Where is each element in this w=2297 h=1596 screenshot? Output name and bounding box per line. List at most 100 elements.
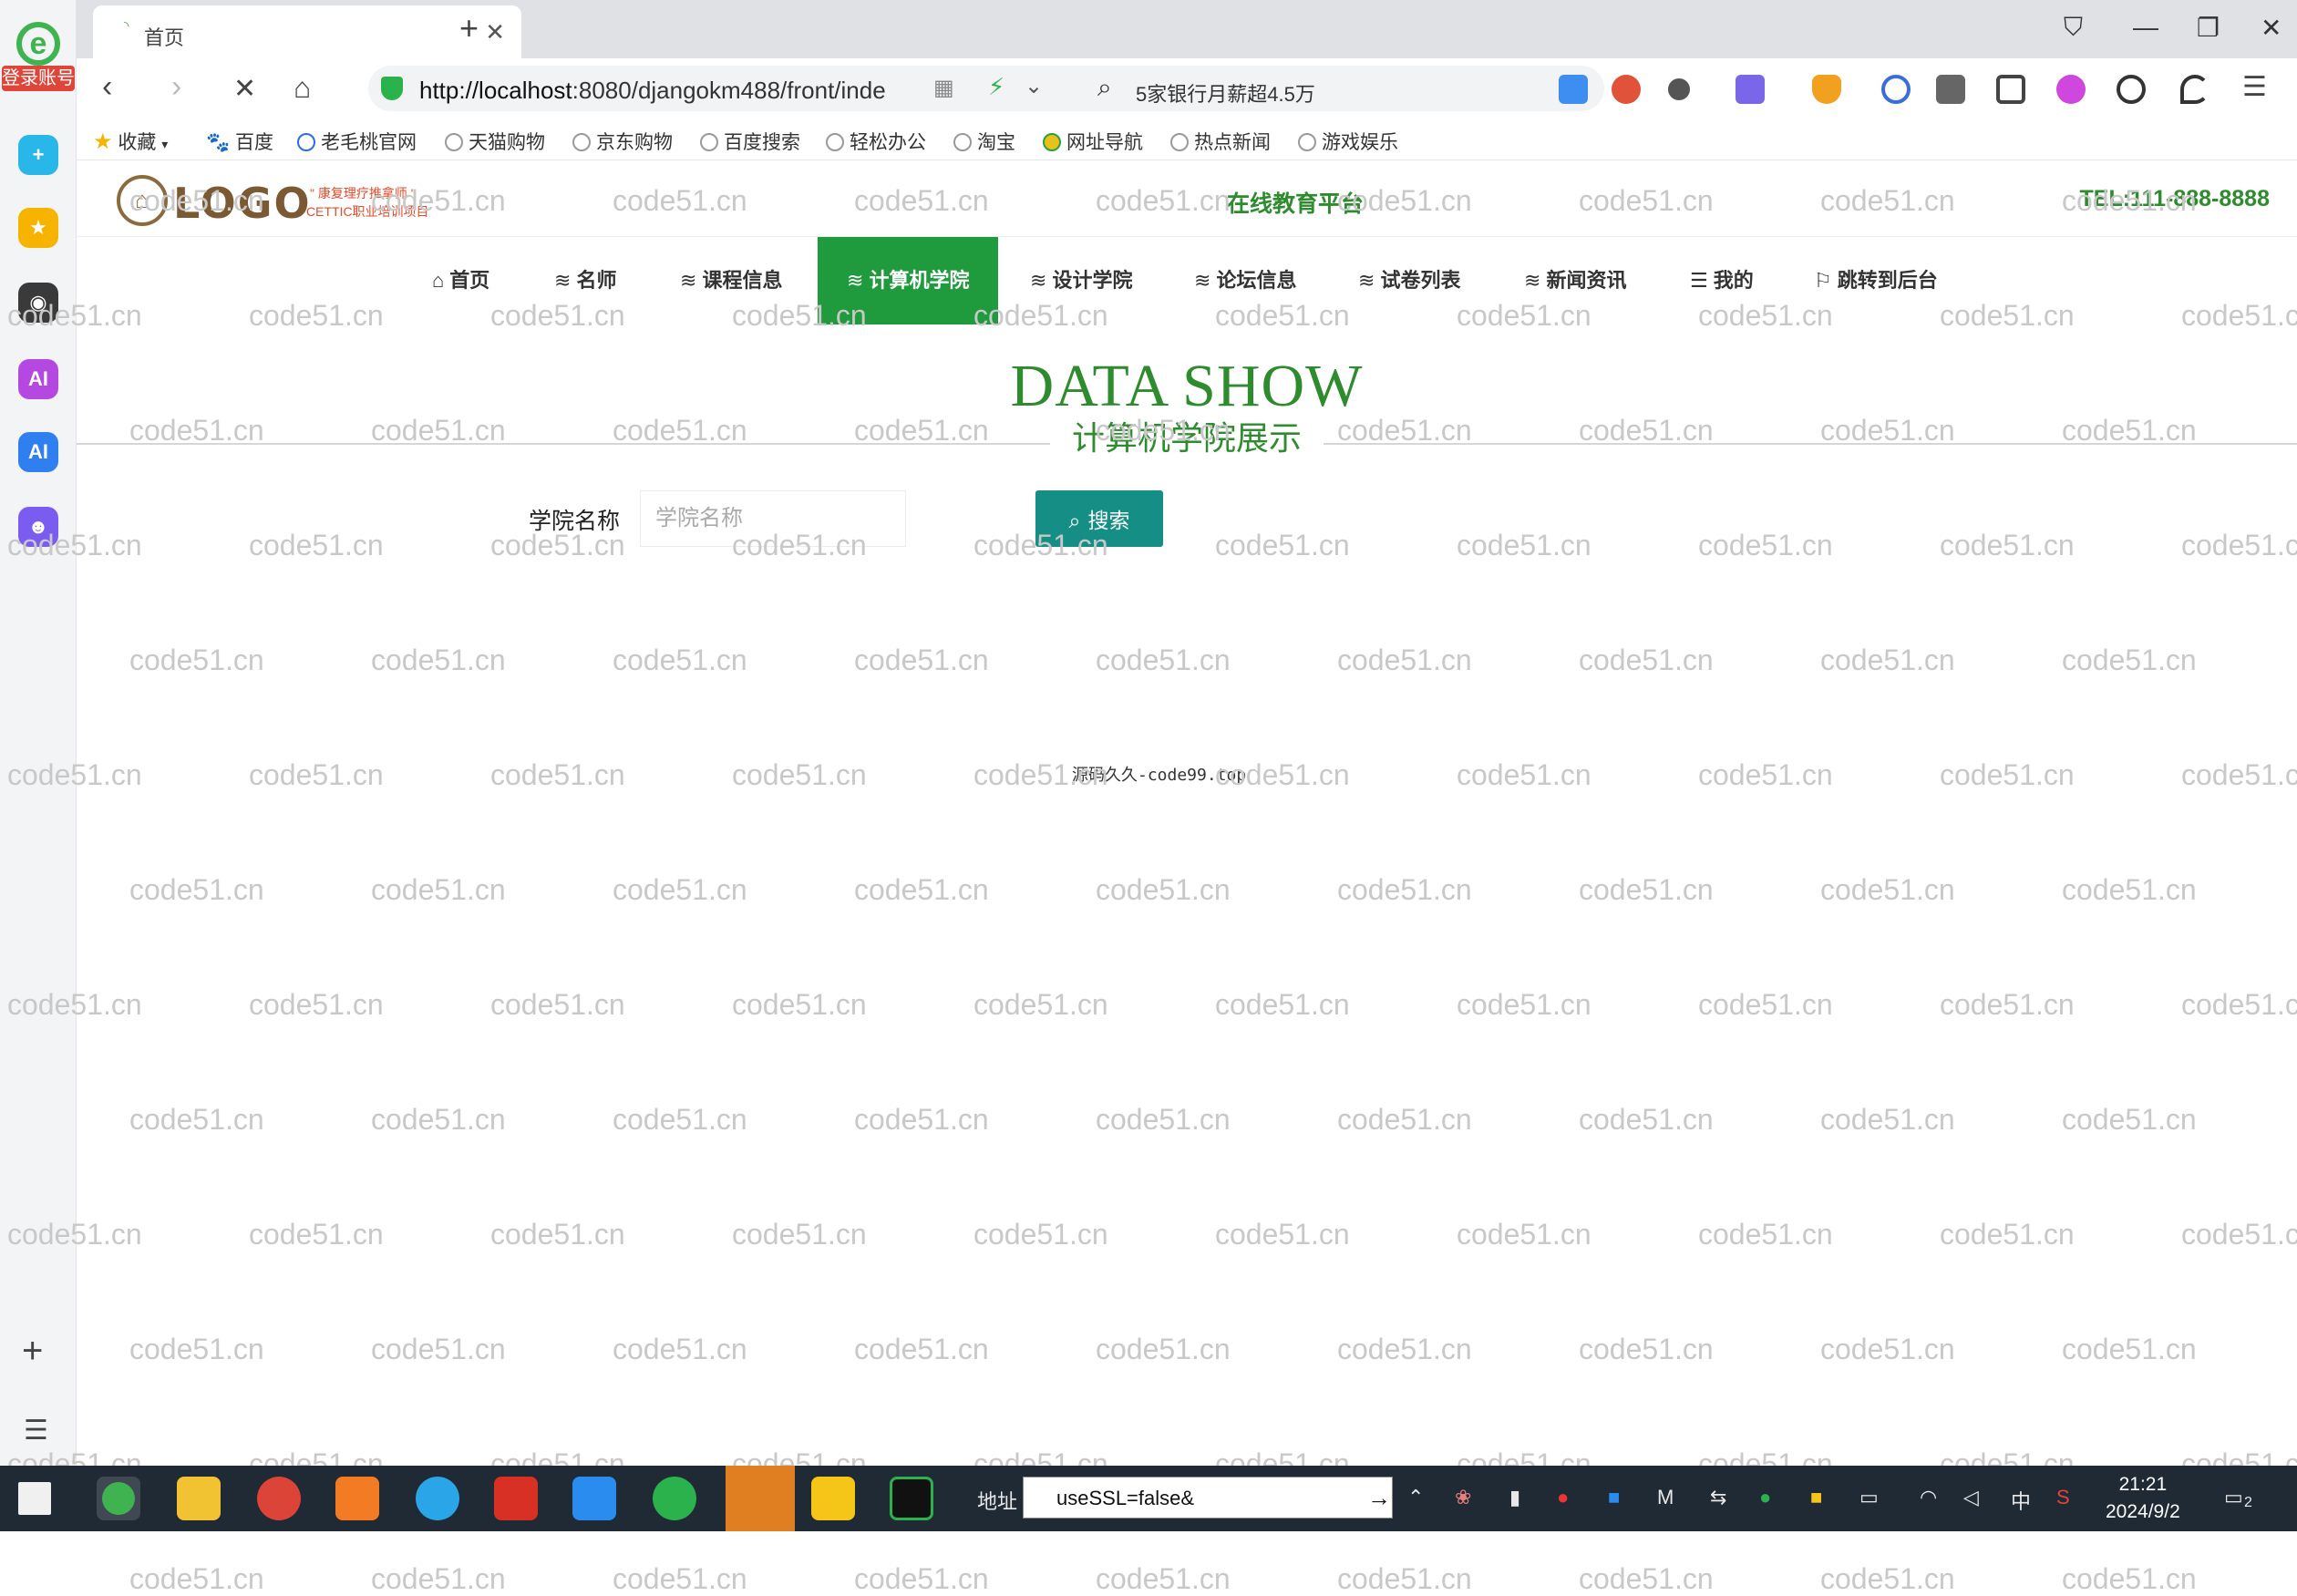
sidebar-menu-icon[interactable]: ☰ (24, 1415, 48, 1447)
bookmark-favorites[interactable]: ★ 收藏 ▾ (93, 128, 168, 155)
app-icon[interactable] (726, 1466, 795, 1531)
url-text[interactable]: http://localhost:8080/djangokm488/front/… (419, 77, 912, 105)
close-tab-icon[interactable]: ✕ (485, 18, 505, 46)
extensions-icon[interactable] (1936, 75, 1965, 104)
bookmark-item[interactable]: 老毛桃官网 (297, 128, 417, 155)
college-name-input[interactable] (640, 490, 906, 547)
taskbar-address-input[interactable]: useSSL=false& ⌄ (1023, 1477, 1393, 1519)
tray-gmail-icon[interactable]: M (1657, 1486, 1674, 1509)
windows-taskbar: 地址 useSSL=false& ⌄ → ⌃ ❀ ▮ ● ■ M ⇆ ● ■ ▭… (0, 1466, 2297, 1531)
minimize-icon[interactable]: — (2133, 13, 2158, 42)
bookmark-item[interactable]: 热点新闻 (1170, 128, 1271, 155)
app-icon[interactable] (572, 1477, 616, 1520)
shirt-icon[interactable]: ⛉ (2064, 13, 2083, 43)
section-subtitle: 计算机学院展示 (1050, 412, 1324, 459)
bookmark-item[interactable]: 百度搜索 (700, 128, 800, 155)
windows-start-icon[interactable] (18, 1482, 51, 1515)
bookmark-item[interactable]: 京东购物 (572, 128, 673, 155)
speed-icon[interactable]: ⚡ (988, 73, 1004, 101)
tray-expand-icon[interactable]: ⌃ (1407, 1486, 1424, 1509)
wechat-icon[interactable] (653, 1477, 696, 1520)
tray-app-icon[interactable]: ■ (1608, 1486, 1620, 1509)
layers-icon: ≋ (680, 269, 696, 292)
sidebar-app-icon[interactable]: + (18, 135, 58, 175)
qr-icon[interactable]: ▦ (933, 75, 954, 101)
new-tab-icon[interactable]: + (459, 9, 479, 47)
shield-extension-icon[interactable] (1812, 75, 1841, 104)
notification-icon[interactable]: ▭ (2224, 1486, 2243, 1509)
nav-item-computer-college[interactable]: ≋计算机学院 (818, 237, 998, 324)
tray-app-icon[interactable]: ❀ (1455, 1486, 1471, 1509)
file-explorer-icon[interactable] (177, 1477, 221, 1520)
nav-item-forum[interactable]: ≋论坛信息 (1194, 237, 1296, 324)
undo-icon[interactable] (2180, 75, 2209, 104)
ai-extension-icon[interactable] (2056, 75, 2086, 104)
tray-wifi-icon[interactable]: ◠ (1920, 1486, 1937, 1509)
tray-battery-icon[interactable]: ▭ (1859, 1486, 1879, 1509)
address-bar[interactable]: http://localhost:8080/djangokm488/front/… (368, 66, 1152, 111)
robot-icon[interactable]: ◉ (18, 283, 58, 323)
ai-icon[interactable]: AI (18, 432, 58, 472)
login-account-badge[interactable]: 登录账号 (2, 66, 75, 91)
sublime-icon[interactable] (335, 1477, 379, 1520)
tray-volume-icon[interactable]: ◁ (1963, 1486, 1979, 1509)
bookmark-item[interactable]: 淘宝 (953, 128, 1015, 155)
chrome-icon[interactable] (257, 1477, 301, 1520)
tray-wechat-icon[interactable]: ● (1759, 1486, 1771, 1509)
ai-assistant-icon[interactable]: AI (18, 359, 58, 399)
home-icon[interactable]: ⌂ (294, 71, 311, 105)
favorites-star-icon[interactable]: ★ (18, 208, 58, 248)
app-icon[interactable] (811, 1477, 855, 1520)
tray-usb-icon[interactable]: ▮ (1509, 1486, 1520, 1509)
stop-icon[interactable]: ✕ (233, 73, 256, 105)
close-window-icon[interactable]: ✕ (2261, 13, 2282, 43)
browser-taskbar-icon[interactable] (97, 1477, 140, 1520)
apps-grid-icon[interactable] (1996, 75, 2025, 104)
weibo-icon[interactable] (1612, 75, 1641, 104)
nav-item-courses[interactable]: ≋课程信息 (680, 237, 782, 324)
chat-bot-icon[interactable]: ☻ (18, 507, 58, 547)
chevron-down-icon[interactable]: ⌄ (1025, 73, 1043, 99)
pycharm-icon[interactable] (890, 1477, 933, 1520)
scissors-icon[interactable] (1668, 78, 1690, 100)
tray-app-icon[interactable]: ■ (1810, 1486, 1822, 1509)
mail-icon[interactable] (1559, 75, 1588, 104)
nav-item-exams[interactable]: ≋试卷列表 (1358, 237, 1460, 324)
brightness-icon[interactable] (2117, 75, 2146, 104)
translate-icon[interactable] (1736, 75, 1765, 104)
bookmark-item[interactable]: 游戏娱乐 (1298, 128, 1398, 155)
nav-item-teachers[interactable]: ≋名师 (554, 237, 616, 324)
notification-count: 2 (2244, 1495, 2252, 1511)
bookmark-item[interactable]: 🐾 百度 (206, 128, 273, 155)
globe-icon (572, 133, 591, 151)
wps-icon[interactable] (494, 1477, 538, 1520)
nav-item-design-college[interactable]: ≋设计学院 (1030, 237, 1132, 324)
restore-icon[interactable]: ❐ (2197, 13, 2220, 43)
go-arrow-icon[interactable]: → (1367, 1478, 1391, 1517)
nav-item-mine[interactable]: ☰我的 (1690, 237, 1754, 324)
tray-sogou-icon[interactable]: S (2056, 1486, 2070, 1509)
menu-icon[interactable]: ☰ (2242, 71, 2267, 103)
globe-icon (1170, 133, 1189, 151)
find-icon[interactable] (1881, 75, 1911, 104)
search-query[interactable]: 5家银行月薪超4.5万 (1136, 78, 1315, 108)
bookmark-item[interactable]: 天猫购物 (445, 128, 545, 155)
watermark-text: code51.cn (854, 1562, 989, 1596)
ime-indicator[interactable]: 中 (2011, 1486, 2031, 1515)
back-icon[interactable]: ‹ (102, 69, 112, 105)
search-button[interactable]: ⌕搜索 (1035, 490, 1163, 547)
nav-item-news[interactable]: ≋新闻资讯 (1524, 237, 1626, 324)
edge-icon[interactable] (416, 1477, 459, 1520)
taskbar-clock[interactable]: 21:21 2024/9/2 (2106, 1471, 2180, 1526)
browser-logo-icon[interactable]: e (16, 22, 60, 66)
search-box[interactable]: ⌕ 5家银行月薪超4.5万 (1076, 66, 1604, 111)
bookmark-item[interactable]: 网址导航 (1043, 128, 1143, 155)
forward-icon[interactable]: › (171, 69, 181, 105)
tab-home[interactable]: ◝ 首页 ✕ (93, 5, 521, 58)
nav-item-home[interactable]: ⌂首页 (432, 237, 489, 324)
tray-antivirus-icon[interactable]: ● (1557, 1486, 1569, 1509)
bookmark-item[interactable]: 轻松办公 (826, 128, 926, 155)
tray-settings-icon[interactable]: ⇆ (1710, 1486, 1726, 1509)
nav-item-admin[interactable]: ⚐跳转到后台 (1814, 237, 1938, 324)
add-sidebar-icon[interactable]: + (22, 1331, 43, 1372)
